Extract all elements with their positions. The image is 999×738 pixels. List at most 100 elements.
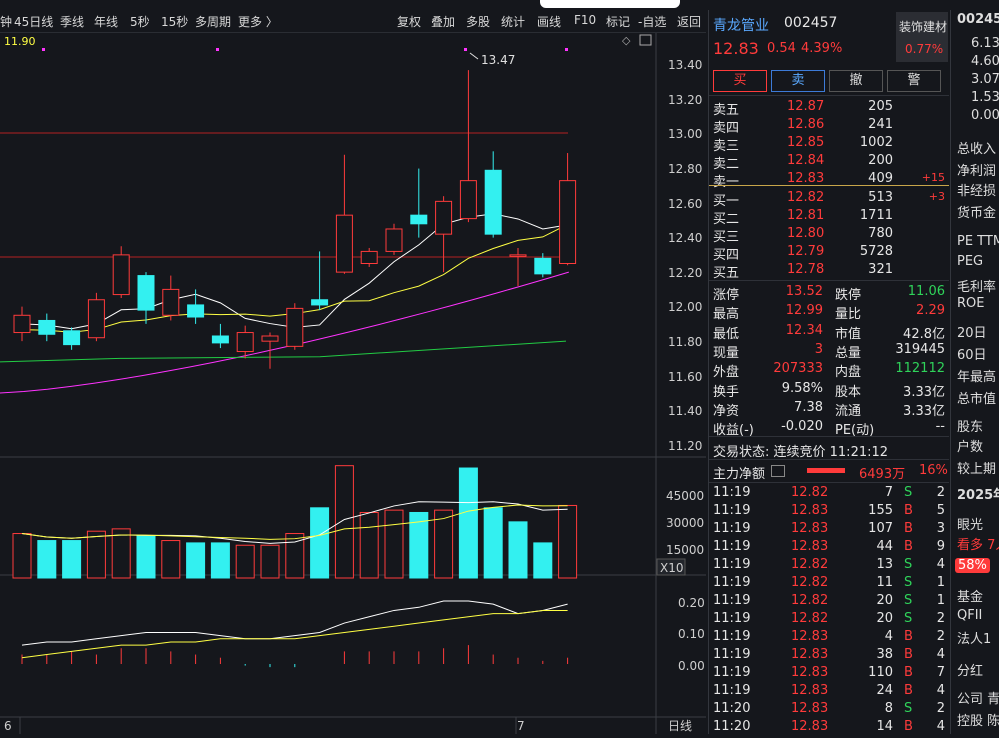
chart-area[interactable]: 11.90 13.47 ◇ 13.40 13.20 13.00 12.80 12… bbox=[0, 33, 706, 734]
fundamental-item: 净利润 bbox=[957, 164, 997, 179]
fundamental-item: 20日 bbox=[957, 326, 987, 341]
stats-row: 最低 12.34 市值 42.8亿 bbox=[709, 322, 949, 342]
toolbar-mark-button[interactable]: 标记 bbox=[606, 13, 630, 30]
toolbar-overlay-button[interactable]: 叠加 bbox=[431, 13, 455, 30]
tick-price: 12.82 bbox=[791, 575, 829, 590]
tick-row: 11:19 12.82 7 S 2 bbox=[709, 484, 949, 502]
sector-box[interactable]: 装饰建材 0.77% bbox=[896, 12, 948, 62]
ask-row: 卖三 12.85 1002 bbox=[709, 134, 949, 154]
candle-body bbox=[435, 200, 453, 235]
fundamental-item: 户数 bbox=[957, 440, 984, 455]
date-label: 7 bbox=[517, 719, 525, 733]
level-delta: +15 bbox=[921, 171, 945, 184]
fundamental-item: 00245 bbox=[957, 12, 999, 27]
tick-time: 11:19 bbox=[713, 629, 751, 644]
main-flow-row: 主力净额 6493万 16% bbox=[709, 462, 949, 482]
level-volume: 241 bbox=[868, 117, 893, 132]
tick-volume: 20 bbox=[876, 593, 893, 608]
level-delta: +3 bbox=[928, 190, 945, 203]
toolbar-f10-button[interactable]: F10 bbox=[574, 13, 596, 27]
volume-tick: 45000 bbox=[666, 489, 704, 503]
tick-count: 5 bbox=[936, 503, 945, 518]
toolbar-45day[interactable]: 45日线 bbox=[14, 13, 53, 30]
toolbar-15sec[interactable]: 15秒 bbox=[161, 13, 188, 30]
fundamental-item: ROE bbox=[957, 296, 985, 311]
volume-bar bbox=[558, 504, 578, 579]
tick-volume: 13 bbox=[876, 557, 893, 572]
volume-bar bbox=[483, 507, 503, 579]
tick-count: 4 bbox=[936, 719, 945, 734]
toolbar-5sec[interactable]: 5秒 bbox=[130, 13, 150, 30]
fundamental-item: 公司 青 bbox=[957, 692, 999, 707]
fundamental-item: 1.53 bbox=[971, 90, 999, 105]
fundamental-item: 58% bbox=[955, 558, 990, 573]
bid-row: 买二 12.81 1711 bbox=[709, 207, 949, 227]
stats-row: 净资 7.38 流通 3.33亿 bbox=[709, 399, 949, 419]
tick-row: 11:20 12.83 14 B 4 bbox=[709, 718, 949, 736]
tick-time: 11:19 bbox=[713, 575, 751, 590]
tick-count: 7 bbox=[936, 665, 945, 680]
tick-volume: 8 bbox=[884, 701, 893, 716]
stat-value: 207333 bbox=[773, 361, 823, 377]
stat-label: 总量 bbox=[835, 345, 862, 361]
diamond-icon[interactable]: ◇ bbox=[622, 34, 631, 47]
fundamental-item: 3.07 bbox=[971, 72, 999, 87]
level-volume: 205 bbox=[868, 99, 893, 114]
toolbar-multistock-button[interactable]: 多股 bbox=[466, 13, 490, 30]
toolbar-back-button[interactable]: 返回 bbox=[677, 13, 701, 30]
tick-price: 12.82 bbox=[791, 557, 829, 572]
tick-count: 1 bbox=[936, 593, 945, 608]
volume-bar bbox=[161, 540, 181, 579]
fundamental-item: 4.60 bbox=[971, 54, 999, 69]
tick-time: 11:19 bbox=[713, 683, 751, 698]
fundamental-item: 看多 7人 bbox=[957, 538, 999, 553]
tick-row: 11:19 12.82 11 S 1 bbox=[709, 574, 949, 592]
volume-bar bbox=[384, 509, 404, 579]
tick-count: 4 bbox=[936, 683, 945, 698]
volume-bar bbox=[334, 465, 354, 579]
toolbar-watchlist-button[interactable]: -自选 bbox=[638, 13, 666, 30]
toolbar-stats-button[interactable]: 统计 bbox=[501, 13, 525, 30]
fundamental-item: 60日 bbox=[957, 348, 987, 363]
tick-side: B bbox=[904, 683, 913, 698]
toolbar-season[interactable]: 季线 bbox=[60, 13, 84, 30]
stat-value: 9.58% bbox=[781, 380, 823, 396]
list-icon[interactable] bbox=[771, 465, 785, 477]
fundamental-item: 0.00 bbox=[971, 108, 999, 123]
marker-dot bbox=[565, 48, 568, 51]
level-volume: 409 bbox=[868, 171, 893, 186]
tick-row: 11:19 12.83 4 B 2 bbox=[709, 628, 949, 646]
tick-side: B bbox=[904, 503, 913, 518]
toolbar-more[interactable]: 更多 〉 bbox=[238, 13, 278, 30]
sell-button[interactable]: 卖 bbox=[771, 70, 825, 92]
tick-time: 11:19 bbox=[713, 521, 751, 536]
stock-name[interactable]: 青龙管业 bbox=[713, 15, 769, 35]
candle-body bbox=[38, 319, 56, 335]
level-label: 买五 bbox=[713, 266, 740, 281]
fundamental-item: 眼光 bbox=[957, 518, 984, 533]
tick-side: B bbox=[904, 521, 913, 536]
volume-bar bbox=[136, 535, 156, 579]
toolbar-multi-period[interactable]: 多周期 bbox=[195, 13, 231, 30]
alert-button[interactable]: 警 bbox=[887, 70, 941, 92]
stat-value: 42.8亿 bbox=[903, 326, 945, 342]
marker-dot bbox=[216, 48, 219, 51]
toolbar-minute[interactable]: 钟 bbox=[0, 13, 12, 30]
kline-chart[interactable]: 11.90 13.47 ◇ 13.40 13.20 13.00 12.80 12… bbox=[0, 33, 706, 734]
fundamental-item: 总收入 bbox=[957, 142, 997, 157]
toolbar-draw-button[interactable]: 画线 bbox=[537, 13, 561, 30]
tick-volume: 110 bbox=[868, 665, 893, 680]
ask-row: 卖二 12.84 200 bbox=[709, 152, 949, 172]
volume-bar bbox=[359, 511, 379, 579]
toolbar-year[interactable]: 年线 bbox=[94, 13, 118, 30]
fundamentals-panel: 00245 6.13 4.60 3.07 1.53 0.00 总收入 净利润 非经损 货币金 PE … bbox=[950, 10, 999, 734]
price-tick: 13.20 bbox=[668, 93, 702, 107]
toolbar-adjust-button[interactable]: 复权 bbox=[397, 13, 421, 30]
tick-time: 11:19 bbox=[713, 485, 751, 500]
buy-button[interactable]: 买 bbox=[713, 70, 767, 92]
tick-price: 12.83 bbox=[791, 647, 829, 662]
candle-body bbox=[187, 304, 205, 318]
candle-body bbox=[335, 214, 353, 273]
cancel-order-button[interactable]: 撤 bbox=[829, 70, 883, 92]
period-daily-button[interactable]: 日线 bbox=[668, 719, 692, 733]
